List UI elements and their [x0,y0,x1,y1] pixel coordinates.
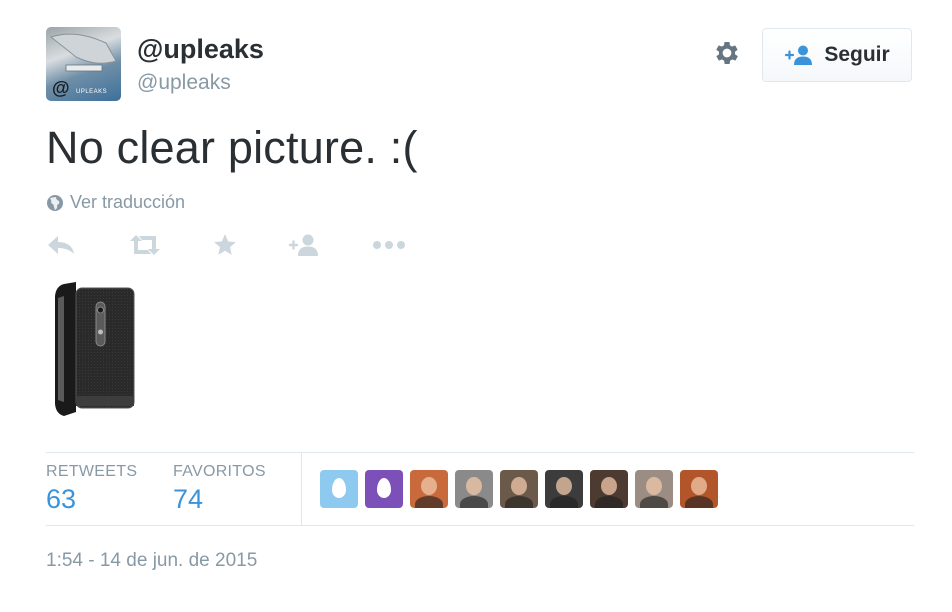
favoriter-avatar[interactable] [455,470,493,508]
reply-icon [48,236,74,254]
person-body [415,496,443,508]
person-body [595,496,623,508]
phone-image [55,282,135,416]
person-body [550,496,578,508]
person-silhouette [556,477,572,495]
tweet-timestamp[interactable]: 1:54 - 14 de jun. de 2015 [46,550,257,572]
person-silhouette [691,477,707,495]
retweet-icon [130,235,160,255]
favoriter-avatar[interactable] [500,470,538,508]
retweet-button[interactable] [128,230,162,260]
person-body [640,496,668,508]
person-body [685,496,713,508]
retweets-label: RETWEETS [46,463,138,480]
person-silhouette [466,477,482,495]
favorites-count[interactable]: 74 [173,484,203,515]
add-user-icon [785,45,813,65]
person-silhouette [601,477,617,495]
reply-button[interactable] [46,230,76,260]
avatar-at-symbol: @ [52,78,70,98]
settings-button[interactable] [710,36,744,70]
stats-divider-vertical [301,452,302,525]
favorite-icon [214,234,236,255]
globe-icon [47,194,63,211]
retweets-count[interactable]: 63 [46,484,76,515]
egg-icon [332,478,346,498]
favoriter-avatar[interactable] [320,470,358,508]
tweet-media-photo[interactable] [46,280,142,420]
screen-name[interactable]: @upleaks [137,71,231,95]
display-name[interactable]: @upleaks [137,34,264,65]
follow-user-button[interactable] [288,230,320,260]
egg-icon [377,478,391,498]
more-button[interactable] [372,230,406,260]
person-silhouette [511,477,527,495]
translate-label: Ver traducción [70,192,186,212]
follow-user-icon [288,234,318,256]
person-body [460,496,488,508]
stats-divider-top [46,452,914,453]
favoriter-avatar[interactable] [365,470,403,508]
avatar-tag: UPLEAKS [76,89,108,95]
favoriter-avatars [320,470,718,508]
stats-divider-bottom [46,525,914,526]
person-body [505,496,533,508]
follow-button[interactable]: Seguir [762,28,912,82]
follow-button-label: Seguir [824,43,890,66]
translate-link[interactable]: Ver traducción [46,192,185,213]
avatar[interactable]: @ UPLEAKS [46,27,121,101]
favoriter-avatar[interactable] [680,470,718,508]
more-icon [373,241,405,249]
favoriter-avatar[interactable] [590,470,628,508]
gear-icon [716,42,738,64]
favorite-button[interactable] [212,230,238,260]
favoriter-avatar[interactable] [545,470,583,508]
person-silhouette [646,477,662,495]
favoriter-avatar[interactable] [635,470,673,508]
favorites-label: FAVORITOS [173,463,266,480]
favoriter-avatar[interactable] [410,470,448,508]
person-silhouette [421,477,437,495]
tweet-text: No clear picture. :( [46,122,418,173]
